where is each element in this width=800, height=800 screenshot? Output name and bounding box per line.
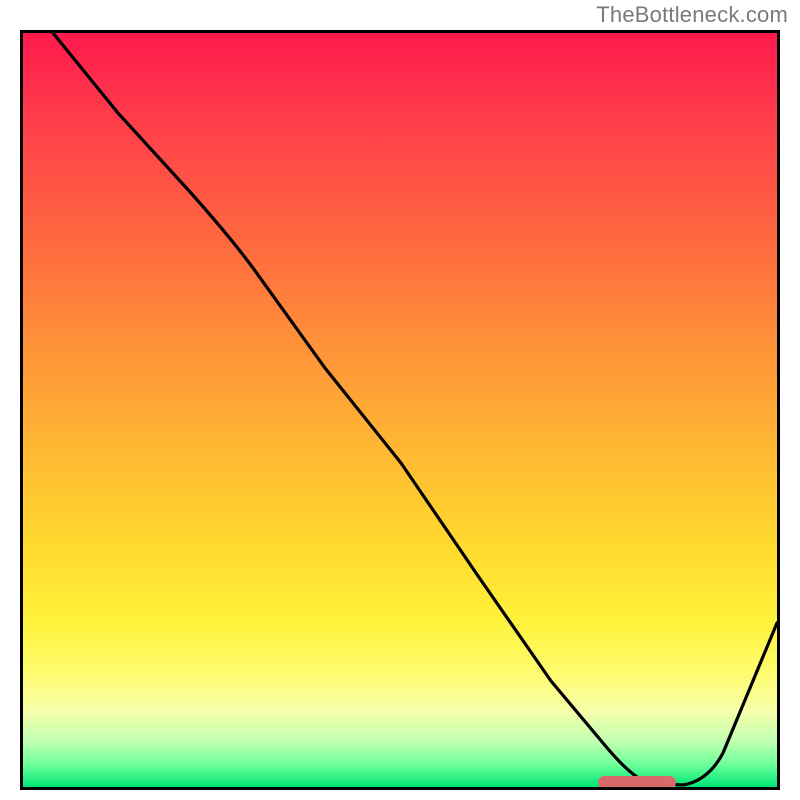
chart-container: TheBottleneck.com [0, 0, 800, 800]
plot-area [20, 30, 780, 790]
curve-path [53, 33, 777, 785]
optimal-range-marker [598, 776, 676, 789]
watermark-text: TheBottleneck.com [596, 2, 788, 28]
bottleneck-curve [23, 33, 777, 787]
